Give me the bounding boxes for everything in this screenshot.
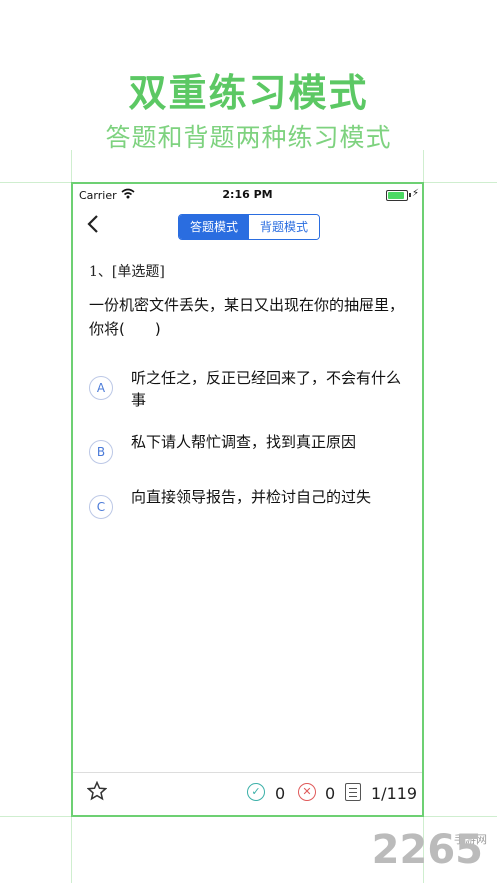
- back-chevron-icon[interactable]: [87, 214, 99, 240]
- tab-answer-mode[interactable]: 答题模式: [179, 215, 249, 239]
- status-time: 2:16 PM: [222, 188, 273, 201]
- option-b-letter: B: [89, 440, 113, 464]
- nav-bar: 答题模式 背题模式: [73, 208, 422, 244]
- charging-icon: ⚡: [411, 188, 419, 199]
- bottom-toolbar: ✓ 0 ✕ 0 1/119: [73, 772, 422, 815]
- option-c-letter: C: [89, 495, 113, 519]
- correct-check-icon: ✓: [247, 783, 265, 801]
- question-type: 1、[单选题]: [89, 264, 165, 280]
- phone-frame: Carrier 2:16 PM ⚡ 答题模式 背题模式 1、[单选题] 一份机密…: [71, 182, 424, 817]
- option-a-letter: A: [89, 376, 113, 400]
- answer-sheet-icon[interactable]: [345, 783, 361, 801]
- favorite-star-icon[interactable]: [86, 780, 108, 807]
- promo-title: 双重练习模式: [128, 71, 369, 115]
- progress-counter[interactable]: 1/119: [371, 784, 417, 803]
- wrong-count: 0: [325, 784, 336, 803]
- option-a-text: 听之任之，反正已经回来了，不会有什么事: [131, 369, 402, 409]
- status-bar: Carrier 2:16 PM ⚡: [73, 184, 422, 206]
- option-c-text: 向直接领导报告，并检讨自己的过失: [131, 488, 372, 506]
- wrong-x-icon: ✕: [298, 783, 316, 801]
- watermark-logo: 2265: [371, 827, 483, 873]
- question-text: 一份机密文件丢失，某日又出现在你的抽屉里，你将( ): [89, 296, 405, 338]
- battery-tip: [409, 193, 411, 197]
- mode-segmented-control: 答题模式 背题模式: [178, 214, 320, 240]
- battery-icon: [386, 190, 408, 201]
- tab-review-mode[interactable]: 背题模式: [249, 215, 319, 239]
- option-b-text: 私下请人帮忙调查，找到真正原因: [131, 433, 357, 451]
- correct-count: 0: [275, 784, 286, 803]
- promo-subtitle: 答题和背题两种练习模式: [105, 123, 392, 152]
